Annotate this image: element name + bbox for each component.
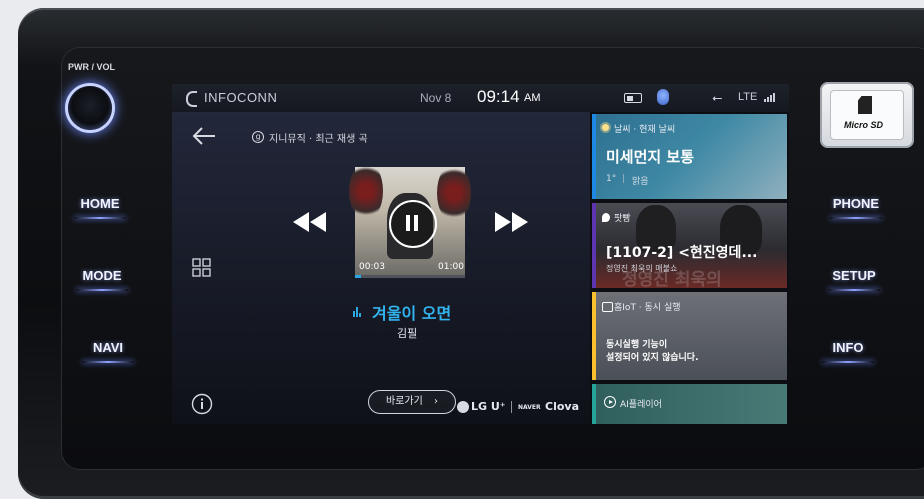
weather-state: 맑음 bbox=[632, 177, 649, 187]
previous-track-icon[interactable] bbox=[292, 211, 328, 233]
back-arrow-icon[interactable] bbox=[191, 126, 217, 146]
sd-label: Micro SD bbox=[844, 120, 884, 130]
podcast-accent bbox=[592, 203, 596, 288]
iot-line1: 동시실행 기능이 bbox=[606, 340, 668, 350]
podcast-icon bbox=[602, 213, 610, 222]
album-flowers-left bbox=[349, 161, 383, 221]
naver-logo: NAVER bbox=[518, 404, 541, 411]
weather-divider: | bbox=[622, 174, 626, 184]
ampm-text: AM bbox=[524, 92, 541, 104]
iot-title: 홈IoT · 동시 실행 bbox=[614, 303, 681, 313]
duration-time: 01:00 bbox=[438, 262, 464, 272]
music-source-label: 지니뮤직 · 최근 재생 곡 bbox=[269, 134, 368, 145]
clova-logo: Clova bbox=[545, 400, 579, 413]
signal-bars-icon bbox=[764, 92, 778, 102]
ai-player-card[interactable]: AI플레이어 bbox=[592, 384, 787, 424]
podcast-headline: [1107-2] <현진영데... bbox=[606, 245, 758, 261]
setup-button[interactable]: SETUP bbox=[824, 268, 884, 291]
pause-icon bbox=[406, 215, 410, 231]
weather-card[interactable]: 날씨 · 현재 날씨 미세먼지 보통 1° | 맑음 bbox=[592, 114, 787, 199]
podcast-card[interactable]: 팟빵 [1107-2] <현진영데... 정영진 최욱의 매불쇼 정영진 최욱의 bbox=[592, 203, 787, 288]
iot-icon bbox=[602, 302, 613, 312]
iot-line2: 설정되어 있지 않습니다. bbox=[606, 353, 699, 363]
info-icon[interactable] bbox=[191, 393, 213, 415]
play-triangle-icon bbox=[609, 400, 613, 404]
date-text: Nov 8 bbox=[420, 91, 452, 105]
ai-accent bbox=[592, 384, 596, 424]
artist-name: 김필 bbox=[397, 327, 418, 340]
voice-assistant-icon[interactable] bbox=[657, 89, 669, 105]
elapsed-time: 00:03 bbox=[359, 262, 385, 272]
next-track-icon[interactable] bbox=[494, 211, 530, 233]
partner-divider bbox=[511, 401, 512, 413]
pwr-vol-label: PWR / VOL bbox=[68, 62, 115, 72]
infotainment-screen: INFOCONN Nov 8 09:14 AM ⭠ LTE g 지니뮤직 · 최… bbox=[172, 84, 789, 424]
infoconn-logo-icon bbox=[186, 91, 197, 107]
pause-button[interactable] bbox=[389, 200, 437, 248]
micro-sd-slot[interactable]: Micro SD bbox=[820, 82, 914, 148]
sun-icon bbox=[602, 124, 609, 131]
iot-card[interactable]: 홈IoT · 동시 실행 동시실행 기능이 설정되어 있지 않습니다. bbox=[592, 292, 787, 380]
mode-button[interactable]: MODE bbox=[72, 268, 132, 291]
sd-card-icon bbox=[858, 96, 872, 114]
music-player-panel: g 지니뮤직 · 최근 재생 곡 00:03 01:00 겨울이 오면 김필 바… bbox=[172, 112, 590, 424]
navi-button[interactable]: NAVI bbox=[78, 340, 138, 363]
status-bar: INFOCONN Nov 8 09:14 AM ⭠ LTE bbox=[172, 84, 789, 112]
phone-button[interactable]: PHONE bbox=[826, 196, 886, 219]
brand-name: INFOCONN bbox=[204, 90, 278, 105]
power-volume-knob[interactable] bbox=[68, 86, 112, 130]
equalizer-icon bbox=[353, 307, 363, 317]
network-label: LTE bbox=[738, 91, 758, 103]
weather-title: 날씨 · 현재 날씨 bbox=[614, 125, 676, 135]
grid-menu-icon[interactable] bbox=[192, 258, 212, 278]
lg-uplus-logo-icon bbox=[457, 401, 469, 413]
genie-music-icon: g bbox=[252, 131, 264, 143]
podcast-poster-text: 정영진 최욱의 bbox=[622, 270, 722, 288]
weather-headline: 미세먼지 보통 bbox=[606, 148, 695, 166]
pause-icon-bar bbox=[414, 215, 418, 231]
info-button[interactable]: INFO bbox=[818, 340, 878, 363]
usb-icon: ⭠ bbox=[712, 90, 723, 105]
progress-fill bbox=[355, 275, 361, 278]
ai-player-title: AI플레이어 bbox=[620, 400, 662, 410]
progress-track[interactable] bbox=[355, 275, 465, 278]
lg-uplus-logo: LG U⁺ bbox=[471, 400, 506, 413]
weather-accent bbox=[592, 114, 596, 199]
chevron-right-icon: › bbox=[434, 396, 438, 407]
time-text: 09:14 bbox=[477, 87, 520, 106]
song-title: 겨울이 오면 bbox=[372, 304, 452, 323]
sd-slot-face: Micro SD bbox=[830, 90, 904, 140]
weather-temp: 1° bbox=[606, 174, 617, 184]
widget-cards-panel: 날씨 · 현재 날씨 미세먼지 보통 1° | 맑음 팟빵 [1107-2] <… bbox=[590, 112, 789, 424]
podcast-title: 팟빵 bbox=[614, 214, 631, 224]
battery-level bbox=[627, 96, 633, 101]
goto-label: 바로가기 bbox=[386, 396, 423, 407]
goto-button[interactable]: 바로가기 › bbox=[368, 390, 456, 414]
album-flowers-right bbox=[437, 163, 471, 223]
home-button[interactable]: HOME bbox=[70, 196, 130, 219]
